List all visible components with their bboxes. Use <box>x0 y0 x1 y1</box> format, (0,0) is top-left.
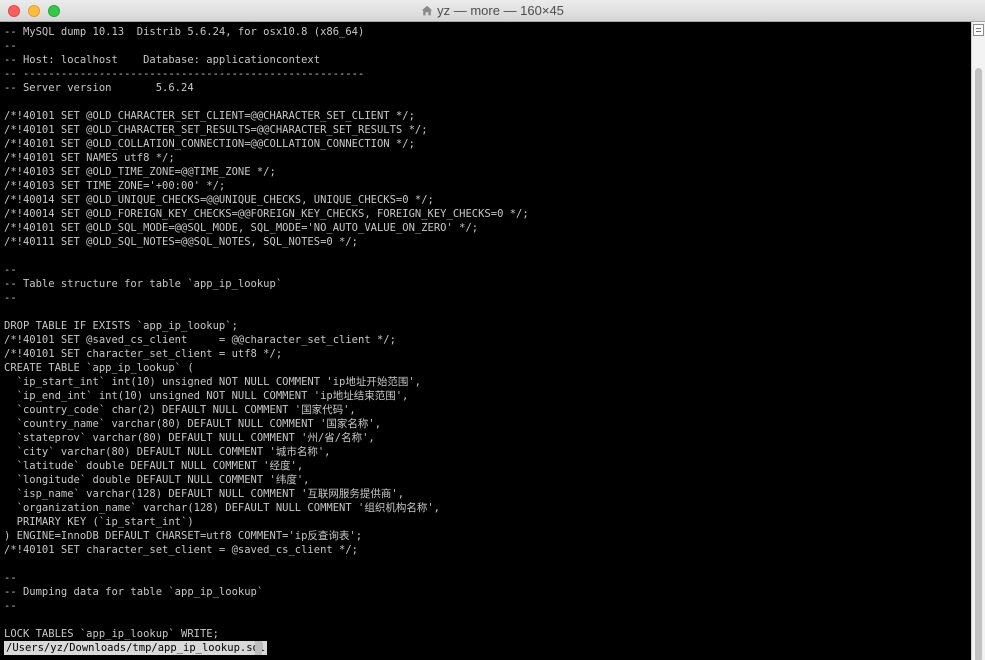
terminal-line: ) ENGINE=InnoDB DEFAULT CHARSET=utf8 COM… <box>4 530 363 542</box>
terminal-line: `city` varchar(80) DEFAULT NULL COMMENT … <box>4 446 331 458</box>
terminal-line: -- <box>4 264 17 276</box>
vertical-scrollbar[interactable] <box>971 22 985 660</box>
terminal-line: /*!40101 SET NAMES utf8 */; <box>4 152 175 164</box>
terminal-line: /*!40014 SET @OLD_UNIQUE_CHECKS=@@UNIQUE… <box>4 194 434 206</box>
terminal-line: -- Dumping data for table `app_ip_lookup… <box>4 586 264 598</box>
terminal-line: /*!40101 SET @OLD_CHARACTER_SET_CLIENT=@… <box>4 110 415 122</box>
terminal-line: `country_code` char(2) DEFAULT NULL COMM… <box>4 404 356 416</box>
terminal-line: /*!40101 SET character_set_client = utf8… <box>4 348 283 360</box>
terminal-line: /*!40101 SET @OLD_COLLATION_CONNECTION=@… <box>4 138 415 150</box>
terminal-line: CREATE TABLE `app_ip_lookup` ( <box>4 362 194 374</box>
terminal-line: `latitude` double DEFAULT NULL COMMENT '… <box>4 460 304 472</box>
home-folder-icon <box>421 5 433 16</box>
terminal-line: `longitude` double DEFAULT NULL COMMENT … <box>4 474 310 486</box>
terminal-line: `isp_name` varchar(128) DEFAULT NULL COM… <box>4 488 405 500</box>
window-title-text: yz — more — 160×45 <box>437 3 564 18</box>
terminal-line: /*!40014 SET @OLD_FOREIGN_KEY_CHECKS=@@F… <box>4 208 529 220</box>
terminal-line: PRIMARY KEY (`ip_start_int`) <box>4 516 194 528</box>
scrollbar-thumb[interactable] <box>975 68 982 660</box>
terminal-line: /*!40101 SET @OLD_SQL_MODE=@@SQL_MODE, S… <box>4 222 479 234</box>
terminal-window: yz — more — 160×45 -- MySQL dump 10.13 D… <box>0 0 985 660</box>
terminal-line: /*!40111 SET @OLD_SQL_NOTES=@@SQL_NOTES,… <box>4 236 359 248</box>
terminal-line: -- Table structure for table `app_ip_loo… <box>4 278 283 290</box>
terminal-line: `ip_end_int` int(10) unsigned NOT NULL C… <box>4 390 409 402</box>
terminal-line: `organization_name` varchar(128) DEFAULT… <box>4 502 440 514</box>
terminal-line: -- <box>4 572 17 584</box>
title-bar[interactable]: yz — more — 160×45 <box>0 0 985 22</box>
more-status-prompt: /Users/yz/Downloads/tmp/app_ip_lookup.sq… <box>4 641 268 655</box>
terminal-line: -- Server version 5.6.24 <box>4 82 194 94</box>
terminal-line: /*!40101 SET character_set_client = @sav… <box>4 544 359 556</box>
terminal-line: LOCK TABLES `app_ip_lookup` WRITE; <box>4 628 219 640</box>
terminal-line: `stateprov` varchar(80) DEFAULT NULL COM… <box>4 432 375 444</box>
split-pane-icon[interactable] <box>973 24 984 36</box>
terminal-line: -- -------------------------------------… <box>4 68 365 80</box>
terminal-line: -- <box>4 292 17 304</box>
terminal-line: `country_name` varchar(80) DEFAULT NULL … <box>4 418 382 430</box>
terminal-line: /*!40103 SET @OLD_TIME_ZONE=@@TIME_ZONE … <box>4 166 276 178</box>
text-cursor <box>255 641 262 655</box>
window-title: yz — more — 160×45 <box>0 3 985 18</box>
terminal-line: -- <box>4 40 17 52</box>
terminal-line: `ip_start_int` int(10) unsigned NOT NULL… <box>4 376 422 388</box>
terminal-line: /*!40101 SET @saved_cs_client = @@charac… <box>4 334 396 346</box>
terminal-line: -- Host: localhost Database: application… <box>4 54 321 66</box>
terminal-output[interactable]: -- MySQL dump 10.13 Distrib 5.6.24, for … <box>0 22 971 660</box>
terminal-line: /*!40101 SET @OLD_CHARACTER_SET_RESULTS=… <box>4 124 428 136</box>
terminal-line: -- <box>4 600 17 612</box>
terminal-line: /*!40103 SET TIME_ZONE='+00:00' */; <box>4 180 226 192</box>
terminal-line: -- MySQL dump 10.13 Distrib 5.6.24, for … <box>4 26 365 38</box>
terminal-line: DROP TABLE IF EXISTS `app_ip_lookup`; <box>4 320 238 332</box>
